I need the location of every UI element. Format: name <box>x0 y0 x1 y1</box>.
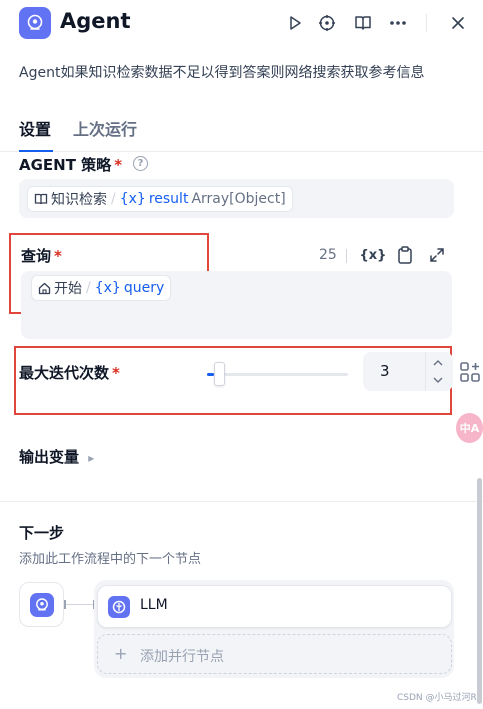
output-variables-toggle[interactable]: 输出变量 ▸ <box>19 446 94 467</box>
next-step-subtitle: 添加此工作流程中的下一个节点 <box>19 552 202 567</box>
expand-arrow-icon: ▸ <box>88 451 95 465</box>
insert-variable-icon[interactable]: {x} <box>360 245 387 265</box>
connector-start <box>64 600 66 609</box>
clipboard-icon[interactable] <box>395 245 415 265</box>
chip-variable-name: result <box>148 191 189 207</box>
strategy-label-text: AGENT 策略 <box>19 156 112 174</box>
required-mark: * <box>112 364 120 382</box>
variable-icon: {x} <box>94 280 121 296</box>
chip-separator: / <box>86 280 91 296</box>
chip-separator: / <box>111 191 116 207</box>
tab-settings[interactable]: 设置 <box>19 116 51 140</box>
strategy-variable-chip[interactable]: 知识检索 / {x} result Array[Object] <box>27 186 293 212</box>
panel-header: Agent <box>0 0 483 48</box>
section-divider <box>0 501 483 502</box>
chip-node-name: 开始 <box>54 281 82 297</box>
llm-icon <box>108 596 130 618</box>
grid-apps-icon[interactable] <box>456 352 483 392</box>
slider-fill <box>207 373 214 376</box>
translate-badge[interactable]: 中A <box>456 413 483 443</box>
variable-icon: {x} <box>119 191 146 207</box>
add-parallel-node-button[interactable]: + 添加并行节点 <box>97 634 452 674</box>
help-icon[interactable]: ? <box>133 156 148 171</box>
run-play-icon[interactable] <box>284 12 306 34</box>
active-tab-indicator <box>19 150 53 152</box>
home-icon <box>38 282 51 294</box>
slider-thumb[interactable] <box>214 362 225 386</box>
stepper-value[interactable]: 3 <box>380 362 390 380</box>
tab-bar: 设置 上次运行 <box>0 110 483 152</box>
next-step-title: 下一步 <box>19 524 65 542</box>
header-divider <box>426 14 427 32</box>
node-connector <box>64 604 94 605</box>
required-mark: * <box>54 247 62 265</box>
output-variables-label: 输出变量 <box>19 448 80 466</box>
iterations-stepper[interactable]: 3 <box>363 352 453 391</box>
agent-icon <box>29 592 54 617</box>
expand-icon[interactable] <box>427 245 447 265</box>
next-node-label: LLM <box>140 597 168 613</box>
book-icon <box>34 193 48 205</box>
query-label-text: 查询 <box>21 247 52 265</box>
chevron-up-icon[interactable] <box>427 354 449 372</box>
iterations-slider[interactable] <box>207 373 348 376</box>
chip-variable-name: query <box>123 280 165 296</box>
node-description[interactable]: Agent如果知识检索数据不足以得到答案则网络搜索获取参考信息 <box>19 62 424 82</box>
character-count: 25 <box>319 247 337 263</box>
watermark: CSDN @小马过河R <box>397 693 477 703</box>
agent-node-icon <box>19 7 51 39</box>
query-label: 查询 * <box>21 245 62 266</box>
required-mark: * <box>114 156 123 174</box>
chip-node-name: 知识检索 <box>51 192 107 208</box>
close-icon[interactable] <box>447 12 469 34</box>
book-icon[interactable] <box>352 12 374 34</box>
plus-icon: + <box>114 644 128 663</box>
tab-last-run[interactable]: 上次运行 <box>73 116 137 140</box>
max-iterations-label-text: 最大迭代次数 <box>19 364 110 382</box>
translate-icon[interactable]: 中A <box>456 408 483 448</box>
add-parallel-label: 添加并行节点 <box>140 649 224 665</box>
more-icon[interactable] <box>387 12 409 34</box>
current-node-icon <box>19 582 64 627</box>
panel-title: Agent <box>60 9 131 33</box>
locate-crosshair-icon[interactable] <box>316 12 338 34</box>
chevron-down-icon[interactable] <box>427 371 449 389</box>
chip-variable-type: Array[Object] <box>191 191 286 207</box>
scrollbar[interactable] <box>477 478 482 704</box>
toolbar-divider <box>346 249 347 263</box>
stepper-divider <box>425 352 426 391</box>
strategy-label: AGENT 策略 * <box>19 154 122 175</box>
max-iterations-label: 最大迭代次数 * <box>19 362 120 383</box>
next-node-llm[interactable]: LLM <box>97 585 452 628</box>
query-variable-chip[interactable]: 开始 / {x} query <box>31 275 172 301</box>
